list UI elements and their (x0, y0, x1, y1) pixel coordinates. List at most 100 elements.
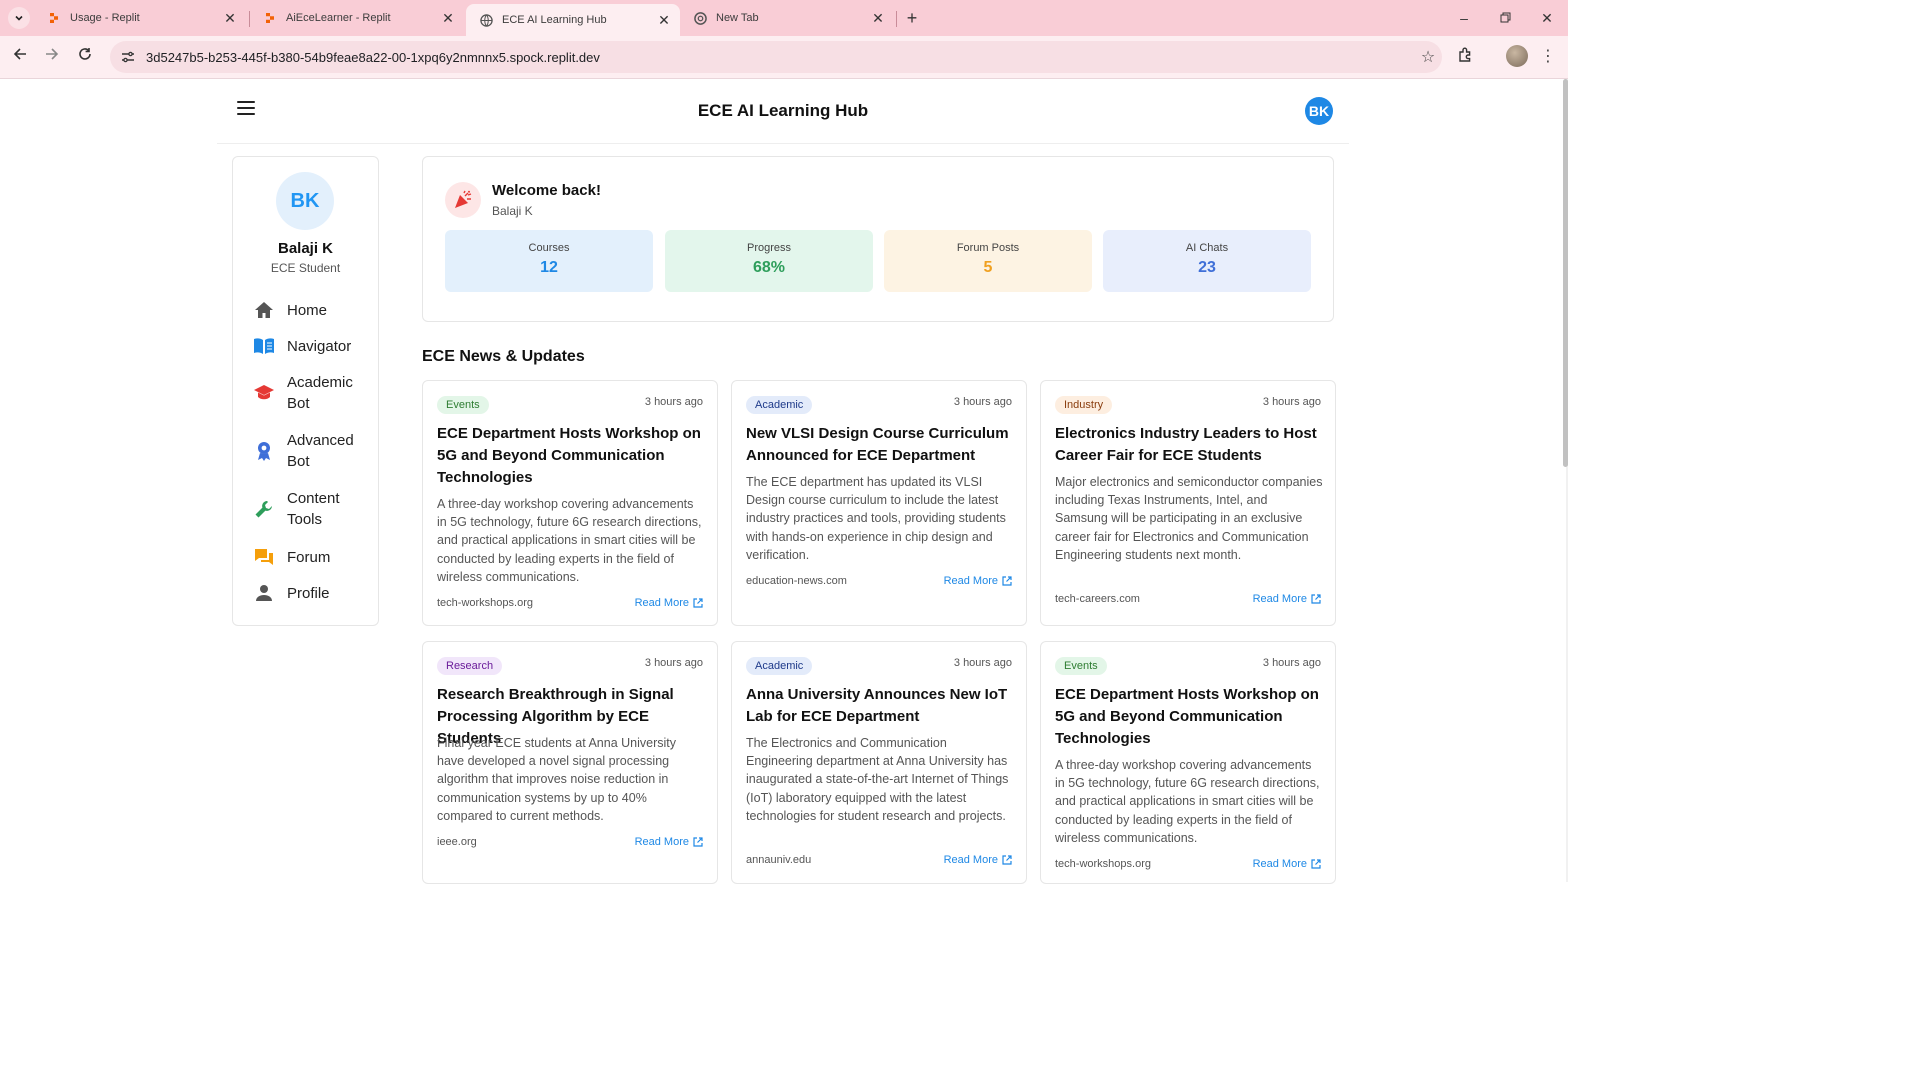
back-arrow-icon[interactable] (10, 47, 30, 67)
stat-ai-chats[interactable]: AI Chats 23 (1103, 230, 1311, 292)
news-description: A three-day workshop covering advancemen… (437, 497, 702, 584)
category-badge: Academic (746, 657, 813, 675)
news-source: tech-workshops.org (437, 597, 533, 609)
sidebar-item-label: Navigator (287, 337, 352, 355)
read-more-link[interactable]: Read More (1253, 593, 1321, 605)
news-description: A three-day workshop covering advancemen… (1055, 758, 1320, 845)
news-title[interactable]: Anna University Announces New IoT Lab fo… (746, 684, 1014, 728)
news-source: tech-workshops.org (1055, 858, 1151, 870)
graduation-cap-icon (253, 382, 275, 404)
replit-icon (262, 10, 278, 26)
bookmark-star-icon[interactable]: ☆ (1414, 47, 1442, 67)
party-popper-icon (445, 182, 481, 218)
header-avatar[interactable]: BK (1305, 97, 1333, 125)
site-settings-icon[interactable] (114, 50, 142, 64)
news-card[interactable]: Academic 3 hours ago New VLSI Design Cou… (731, 380, 1027, 626)
app-title: ECE AI Learning Hub (697, 101, 869, 120)
read-more-link[interactable]: Read More (944, 575, 1012, 587)
read-more-label: Read More (1252, 858, 1307, 870)
news-description: Final year ECE students at Anna Universi… (437, 736, 677, 823)
replit-icon (46, 10, 62, 26)
stat-value: 5 (983, 259, 993, 276)
tab-new-tab[interactable]: New Tab ✕ (680, 4, 894, 32)
tab-ece-ai-learning-hub[interactable]: ECE AI Learning Hub ✕ (466, 4, 680, 36)
address-bar[interactable]: 3d5247b5-b253-445f-b380-54b9feae8a22-00-… (110, 41, 1442, 73)
news-time: 3 hours ago (1262, 657, 1321, 669)
news-time: 3 hours ago (1262, 396, 1321, 408)
external-link-icon (1311, 859, 1321, 869)
sidebar-item-content-tools[interactable]: Content Tools (253, 488, 373, 530)
extensions-puzzle-icon[interactable] (1457, 46, 1479, 68)
news-time: 3 hours ago (644, 396, 703, 408)
reload-icon[interactable] (75, 47, 95, 67)
category-badge: Academic (746, 396, 813, 414)
news-card[interactable]: Academic 3 hours ago Anna University Ann… (731, 641, 1027, 884)
award-icon (253, 440, 275, 462)
read-more-label: Read More (634, 597, 689, 609)
read-more-label: Read More (943, 575, 998, 587)
external-link-icon (693, 837, 703, 847)
sidebar-item-home[interactable]: Home (253, 299, 373, 321)
welcome-subtitle: Balaji K (492, 204, 533, 218)
close-icon[interactable]: ✕ (222, 10, 238, 26)
news-description: The Electronics and Communication Engine… (746, 736, 1009, 823)
restore-icon[interactable] (1495, 8, 1515, 28)
wrench-icon (253, 498, 275, 520)
tab-usage-replit[interactable]: Usage - Replit ✕ (34, 4, 246, 32)
sidebar-item-label: Academic Bot (287, 374, 353, 412)
category-badge: Research (437, 657, 503, 675)
read-more-link[interactable]: Read More (944, 854, 1012, 866)
news-source: ieee.org (437, 836, 477, 848)
sidebar-item-navigator[interactable]: Navigator (253, 335, 373, 357)
page-scrollbar[interactable] (1563, 79, 1568, 467)
tab-title: AiEceLearner - Replit (286, 12, 391, 24)
news-source: education-news.com (746, 575, 847, 587)
stat-value: 23 (1198, 259, 1216, 276)
stat-courses[interactable]: Courses 12 (445, 230, 653, 292)
window-close-icon[interactable]: ✕ (1537, 8, 1557, 28)
globe-icon (478, 12, 494, 28)
stat-progress[interactable]: Progress 68% (665, 230, 873, 292)
read-more-link[interactable]: Read More (635, 597, 703, 609)
person-icon (253, 582, 275, 604)
external-link-icon (1002, 855, 1012, 865)
stat-forum-posts[interactable]: Forum Posts 5 (884, 230, 1092, 292)
close-icon[interactable]: ✕ (870, 10, 886, 26)
news-title[interactable]: ECE Department Hosts Workshop on 5G and … (437, 423, 705, 489)
chat-bubbles-icon (253, 546, 275, 568)
browser-toolbar: 3d5247b5-b253-445f-b380-54b9feae8a22-00-… (0, 36, 1568, 79)
tab-aiecelearner-replit[interactable]: AiEceLearner - Replit ✕ (250, 4, 464, 32)
close-icon[interactable]: ✕ (656, 12, 672, 28)
sidebar-item-profile[interactable]: Profile (253, 582, 373, 604)
browser-profile-avatar[interactable] (1506, 45, 1528, 67)
sidebar-item-forum[interactable]: Forum (253, 546, 373, 568)
news-card[interactable]: Events 3 hours ago ECE Department Hosts … (422, 380, 718, 626)
news-title[interactable]: New VLSI Design Course Curriculum Announ… (746, 423, 1014, 467)
tab-search-button[interactable] (8, 7, 30, 29)
news-description: The ECE department has updated its VLSI … (746, 475, 1006, 562)
new-tab-plus-icon[interactable]: + (902, 8, 922, 28)
news-description: Major electronics and semiconductor comp… (1055, 475, 1323, 562)
tab-separator (896, 11, 897, 27)
read-more-link[interactable]: Read More (1253, 858, 1321, 870)
news-card[interactable]: Research 3 hours ago Research Breakthrou… (422, 641, 718, 884)
more-options-icon[interactable]: ⋮ (1540, 46, 1556, 68)
news-time: 3 hours ago (953, 396, 1012, 408)
chrome-icon (692, 10, 708, 26)
sidebar-item-label: Home (287, 301, 328, 319)
stat-value: 68% (752, 259, 786, 276)
sidebar-item-advanced-bot[interactable]: Advanced Bot (253, 430, 373, 472)
forward-arrow-icon[interactable] (42, 47, 62, 67)
news-title[interactable]: Electronics Industry Leaders to Host Car… (1055, 423, 1323, 467)
tab-title: New Tab (716, 12, 759, 24)
read-more-link[interactable]: Read More (635, 836, 703, 848)
close-icon[interactable]: ✕ (440, 10, 456, 26)
sidebar-item-academic-bot[interactable]: Academic Bot (253, 372, 373, 414)
news-card[interactable]: Events 3 hours ago ECE Department Hosts … (1040, 641, 1336, 884)
news-card[interactable]: Industry 3 hours ago Electronics Industr… (1040, 380, 1336, 626)
sidebar-avatar: BK (276, 172, 334, 230)
news-title[interactable]: ECE Department Hosts Workshop on 5G and … (1055, 684, 1323, 750)
minimize-icon[interactable]: – (1454, 8, 1474, 28)
external-link-icon (1002, 576, 1012, 586)
category-badge: Industry (1055, 396, 1113, 414)
